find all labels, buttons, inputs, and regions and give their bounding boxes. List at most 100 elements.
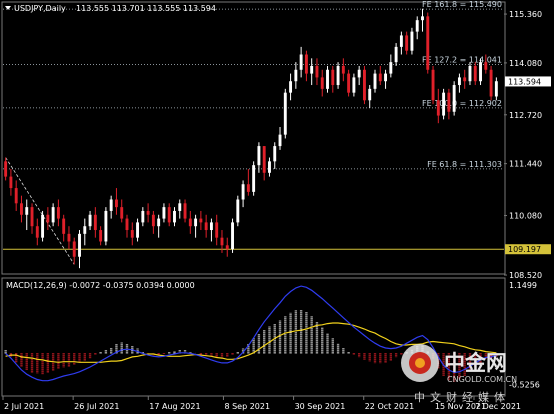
price-tick-label: 115.360: [509, 10, 542, 19]
candle: [362, 65, 366, 105]
candle-body: [209, 222, 213, 231]
candle: [283, 88, 287, 139]
candle-body: [405, 35, 409, 51]
candle: [426, 12, 430, 74]
candle-body: [204, 222, 208, 231]
chart-title: USDJPY,Daily: [14, 4, 66, 13]
candle: [442, 88, 446, 120]
candle-body: [331, 69, 335, 86]
candle-body: [104, 210, 108, 242]
candle: [336, 62, 340, 89]
candle-body: [362, 69, 366, 101]
candle-body: [220, 237, 224, 246]
candle-body: [320, 77, 324, 89]
candle-body: [436, 100, 440, 116]
price-tick-label: 111.440: [509, 160, 542, 169]
fib-label-3: FE 61.8 = 111.303: [427, 160, 502, 169]
candle-body: [368, 88, 372, 101]
candle-body: [336, 65, 340, 86]
candle-body: [25, 207, 29, 215]
candle-body: [246, 184, 250, 192]
candle-body: [51, 207, 55, 223]
ohlc-header: 113.555 113.701 113.555 113.594: [76, 4, 216, 13]
candle-body: [167, 207, 171, 223]
candle-body: [99, 230, 103, 242]
time-tick-label: 17 Aug 2021: [149, 402, 200, 411]
price-tick-label: 110.080: [509, 212, 542, 221]
candle-body: [394, 46, 398, 63]
candle-body: [257, 146, 261, 166]
candle-body: [463, 77, 467, 82]
candle-body: [426, 16, 430, 70]
candle-body: [114, 199, 118, 208]
candle-body: [130, 230, 134, 238]
candle-body: [56, 207, 60, 219]
candle-body: [35, 226, 39, 238]
candle-body: [162, 207, 166, 219]
candle-body: [494, 81, 498, 97]
candle-body: [151, 214, 155, 227]
candle-body: [72, 241, 76, 257]
candle-body: [289, 81, 293, 93]
candle-body: [473, 65, 477, 82]
candle-body: [173, 210, 176, 223]
price-tick-label: 108.520: [509, 271, 542, 280]
candle-body: [283, 92, 287, 135]
candle-body: [378, 73, 382, 82]
candle-body: [479, 62, 482, 82]
candle-body: [352, 77, 356, 93]
candle-body: [157, 218, 161, 227]
candle-body: [452, 85, 456, 112]
candle-body: [78, 233, 81, 257]
watermark-logo-core: [415, 358, 425, 368]
watermark: 中金网 CNGOLD.COM.CN 中文财经媒体: [401, 344, 517, 404]
time-tick-label: 30 Sep 2021: [295, 402, 346, 411]
chart-root: FE 161.8 = 115.490FE 127.2 = 114.041FE 1…: [0, 0, 554, 414]
watermark-brand: 中金网: [444, 351, 507, 375]
candle-body: [14, 188, 18, 204]
candle-body: [215, 222, 219, 238]
candle-body: [262, 146, 266, 173]
candle-body: [410, 31, 414, 51]
candle-body: [225, 245, 229, 250]
time-tick-label: 22 Oct 2021: [365, 402, 414, 411]
candle-body: [88, 214, 92, 227]
candle-body: [136, 222, 140, 238]
candle-body: [273, 146, 277, 162]
candle-body: [294, 69, 298, 82]
symbol-header: USDJPY,Daily 113.555 113.701 113.555 113…: [5, 4, 216, 13]
candle-body: [389, 62, 393, 74]
candle-body: [62, 218, 66, 234]
candle-body: [109, 199, 113, 211]
candle-body: [341, 65, 345, 74]
macd-tick-label: 1.1499: [509, 281, 537, 290]
candle-body: [4, 161, 8, 177]
support-price-label: 109.197: [508, 245, 541, 254]
watermark-slogan: 中文财经媒体: [414, 390, 510, 404]
candle-body: [431, 69, 435, 101]
candle: [252, 161, 256, 196]
candle: [41, 210, 45, 242]
candle: [452, 81, 456, 116]
candle: [347, 69, 351, 97]
candle-body: [93, 214, 97, 231]
candle-body: [457, 77, 461, 86]
candle-body: [315, 65, 319, 78]
candle-body: [399, 35, 403, 47]
candle-body: [468, 65, 472, 82]
candle-body: [310, 65, 314, 74]
candle-body: [30, 207, 34, 227]
candle-body: [278, 134, 282, 147]
time-tick-label: 26 Jul 2021: [74, 402, 119, 411]
candle-body: [188, 218, 192, 227]
candle-body: [489, 69, 493, 97]
candle-body: [447, 92, 451, 112]
candle-body: [199, 218, 203, 223]
candle-body: [415, 20, 419, 32]
candle-body: [141, 210, 145, 223]
candle-body: [83, 226, 87, 234]
candle: [236, 195, 240, 227]
candle-body: [384, 73, 388, 82]
current-price-label: 113.594: [508, 77, 541, 86]
candle-body: [299, 54, 303, 70]
